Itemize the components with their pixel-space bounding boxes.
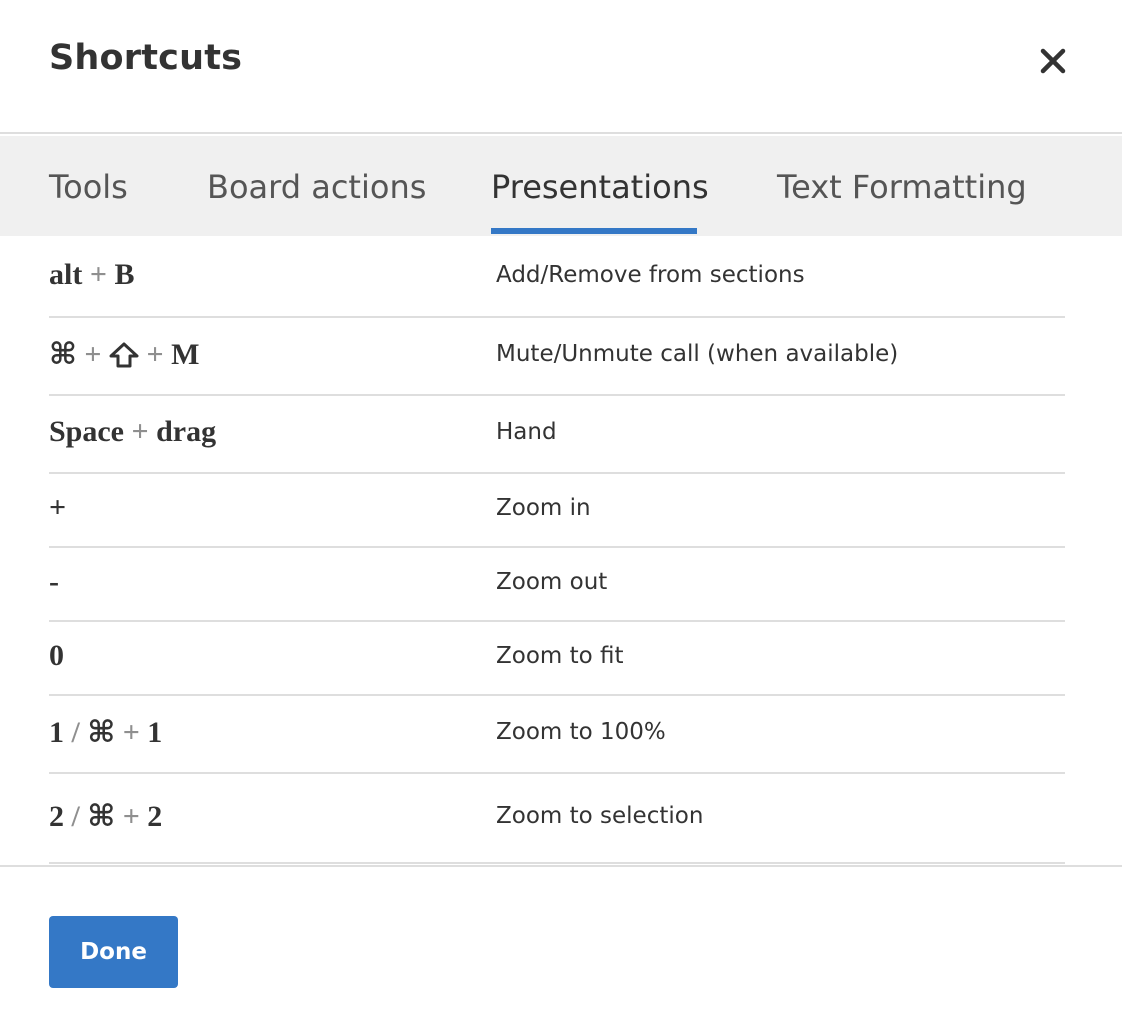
shortcut-keys: - <box>49 565 59 599</box>
key-separator: + <box>131 415 149 448</box>
tab-presentations[interactable]: Presentations <box>491 168 709 206</box>
key-label: 1 <box>147 716 163 749</box>
shortcut-row: + Zoom in <box>49 474 1065 548</box>
shortcut-description: Add/Remove from sections <box>496 262 805 288</box>
shortcut-keys: Space + drag <box>49 415 216 449</box>
tab-text-formatting[interactable]: Text Formatting <box>777 168 1027 206</box>
shortcut-description: Zoom out <box>496 569 608 595</box>
key-label: ⌘ <box>87 800 116 833</box>
shortcut-row: alt + B Add/Remove from sections <box>49 238 1065 318</box>
key-separator: / <box>71 800 80 833</box>
key-separator: + <box>146 338 164 371</box>
key-separator: + <box>122 800 140 833</box>
key-label: + <box>49 491 67 524</box>
key-label: Space <box>49 415 124 448</box>
shortcut-row: ⌘ + + M Mute/Unmute call (when available) <box>49 318 1065 396</box>
dialog-header: Shortcuts <box>0 0 1122 134</box>
dialog-title: Shortcuts <box>49 38 243 78</box>
tab-bar: Tools Board actions Presentations Text F… <box>0 136 1122 236</box>
key-separator: + <box>89 258 107 291</box>
shortcuts-dialog: Shortcuts Tools Board actions Presentati… <box>0 0 1122 1026</box>
shortcut-row: 2 / ⌘ + 2 Zoom to selection <box>49 774 1065 864</box>
key-label: ⌘ <box>49 338 77 371</box>
key-label: B <box>114 258 135 291</box>
shortcut-keys: ⌘ + + M <box>49 337 199 376</box>
key-label: - <box>49 565 59 598</box>
shortcut-keys: 1 / ⌘ + 1 <box>49 715 162 750</box>
shortcut-row: Space + drag Hand <box>49 396 1065 474</box>
key-label: 1 <box>49 716 64 749</box>
key-label: ⌘ <box>87 716 116 749</box>
key-separator: / <box>71 716 80 749</box>
key-label: alt <box>49 258 83 291</box>
shortcut-keys: alt + B <box>49 258 134 292</box>
key-label: 2 <box>147 800 163 833</box>
key-separator: + <box>84 338 102 371</box>
shortcut-row: 0 Zoom to fit <box>49 622 1065 696</box>
shortcut-description: Zoom to selection <box>496 803 704 829</box>
close-button[interactable] <box>1034 42 1072 80</box>
shortcut-description: Mute/Unmute call (when available) <box>496 341 899 367</box>
key-label: 2 <box>49 800 64 833</box>
close-icon <box>1040 48 1066 74</box>
active-tab-indicator <box>491 228 697 234</box>
key-label: M <box>171 338 200 371</box>
done-button[interactable]: Done <box>49 916 178 988</box>
shortcut-row: - Zoom out <box>49 548 1065 622</box>
shortcut-keys: 0 <box>49 639 64 673</box>
shortcut-description: Zoom to 100% <box>496 719 666 745</box>
shortcut-description: Zoom in <box>496 495 591 521</box>
tab-tools[interactable]: Tools <box>49 168 128 206</box>
shortcut-keys: + <box>49 491 66 525</box>
shortcut-list: alt + B Add/Remove from sections ⌘ + + M Mu… <box>49 238 1065 864</box>
tab-board-actions[interactable]: Board actions <box>207 168 426 206</box>
shortcut-description: Hand <box>496 419 557 445</box>
key-separator: + <box>122 716 140 749</box>
footer-divider <box>0 865 1122 867</box>
key-label: drag <box>156 415 217 448</box>
shortcut-description: Zoom to fit <box>496 643 624 669</box>
shortcut-row: 1 / ⌘ + 1 Zoom to 100% <box>49 696 1065 774</box>
key-label: 0 <box>49 639 64 672</box>
shortcut-keys: 2 / ⌘ + 2 <box>49 799 162 834</box>
shift-icon <box>109 342 139 376</box>
